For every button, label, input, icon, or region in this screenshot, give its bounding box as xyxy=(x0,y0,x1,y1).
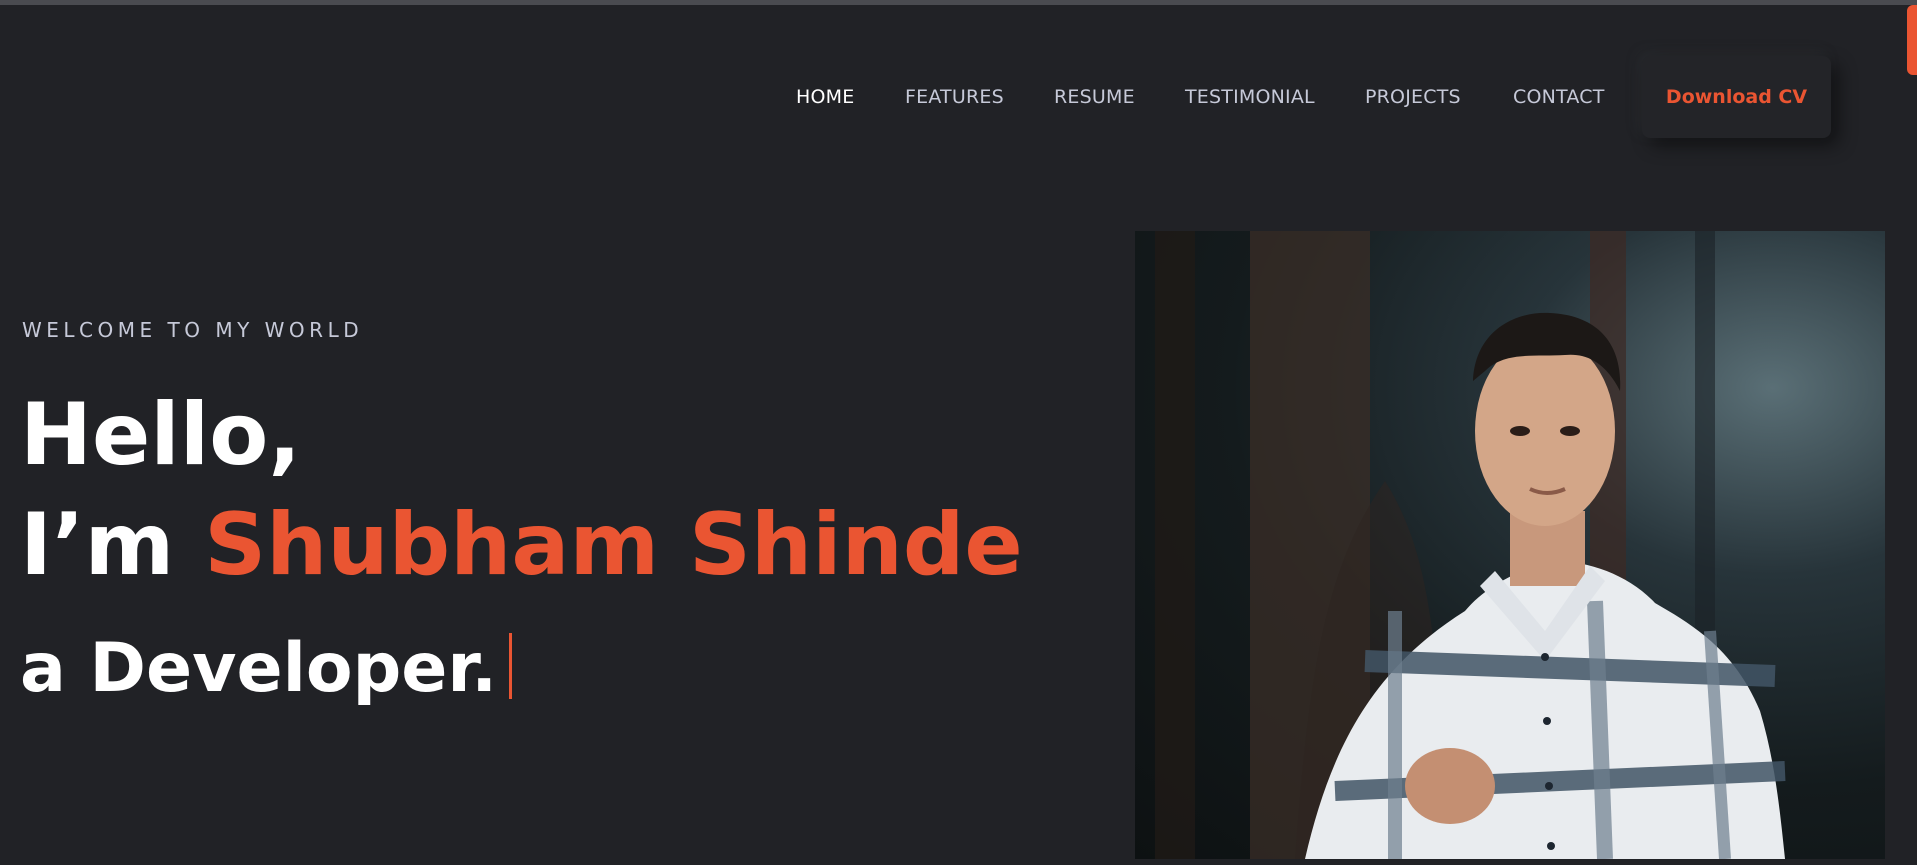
hero-role-line: a Developer. xyxy=(20,628,513,710)
profile-photo xyxy=(1135,231,1885,859)
nav-features[interactable]: FEATURES xyxy=(905,86,1004,108)
typing-cursor xyxy=(509,633,513,699)
welcome-eyebrow: WELCOME TO MY WORLD xyxy=(22,318,364,342)
nav-projects[interactable]: PROJECTS xyxy=(1365,86,1461,108)
hero-name: Shubham Shinde xyxy=(204,495,1023,595)
hero-greeting: Hello, xyxy=(20,385,302,485)
nav-contact[interactable]: CONTACT xyxy=(1513,86,1605,108)
nav-testimonial[interactable]: TESTIMONIAL xyxy=(1185,86,1315,108)
nav-resume[interactable]: RESUME xyxy=(1054,86,1135,108)
hero-role: a Developer. xyxy=(20,629,498,708)
hero-intro-line: I’m Shubham Shinde xyxy=(20,495,1023,595)
window-top-border xyxy=(0,0,1917,5)
main-navigation: HOME FEATURES RESUME TESTIMONIAL PROJECT… xyxy=(0,56,1917,138)
download-cv-button[interactable]: Download CV xyxy=(1642,56,1831,138)
hero-intro: I’m xyxy=(20,495,175,595)
profile-photo-illustration xyxy=(1155,231,1786,859)
nav-home[interactable]: HOME xyxy=(796,86,854,108)
